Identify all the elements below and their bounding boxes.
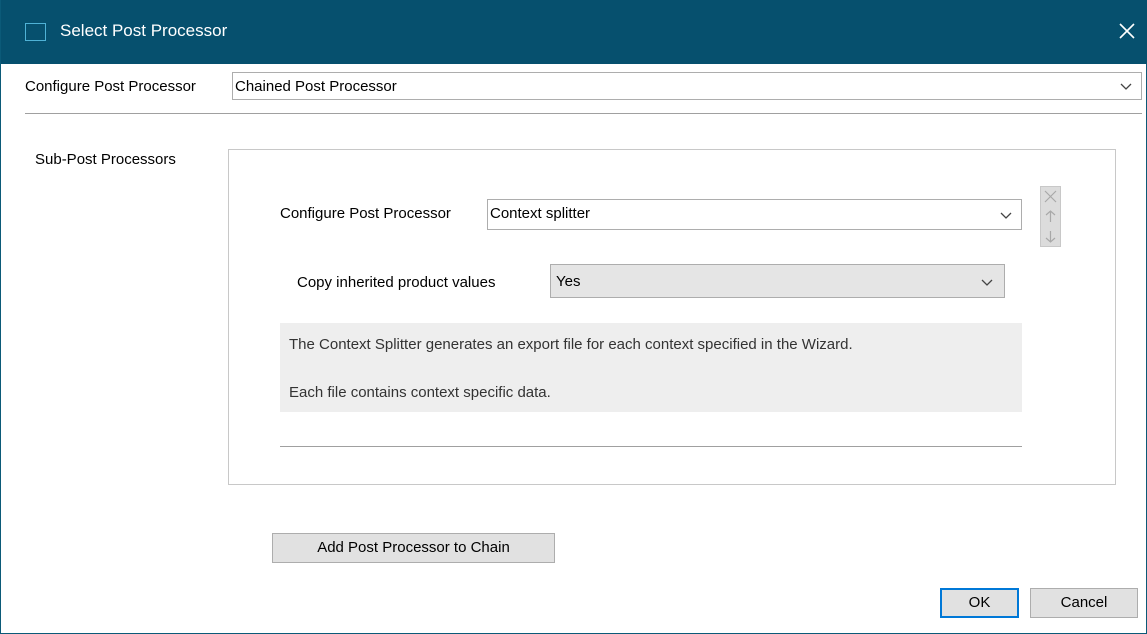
chevron-down-icon (1000, 212, 1012, 219)
dialog-window: Select Post Processor Configure Post Pro… (0, 0, 1147, 634)
copy-inherited-label: Copy inherited product values (297, 274, 496, 291)
description-line-1: The Context Splitter generates an export… (289, 336, 853, 353)
sub-post-processor-select-value: Context splitter (490, 205, 591, 222)
window-icon (25, 23, 46, 41)
arrow-up-icon (1045, 210, 1056, 222)
sub-separator (280, 446, 1022, 447)
title-bar: Select Post Processor (1, 0, 1147, 64)
sub-post-processor-select[interactable]: Context splitter (487, 199, 1022, 230)
chevron-down-icon (1120, 83, 1132, 90)
window-title: Select Post Processor (60, 21, 228, 40)
move-down-button[interactable] (1041, 227, 1060, 246)
configure-post-processor-label: Configure Post Processor (25, 78, 196, 95)
post-processor-select[interactable]: Chained Post Processor (232, 72, 1142, 100)
move-up-button[interactable] (1041, 207, 1060, 226)
separator (25, 113, 1142, 114)
remove-button[interactable] (1041, 187, 1060, 206)
chevron-down-icon (981, 279, 993, 286)
add-post-processor-button[interactable]: Add Post Processor to Chain (272, 533, 555, 563)
close-button[interactable] (1112, 16, 1142, 46)
sub-processor-actions (1040, 186, 1061, 247)
post-processor-select-value: Chained Post Processor (235, 78, 397, 95)
sub-post-processors-label: Sub-Post Processors (35, 151, 176, 168)
description-box: The Context Splitter generates an export… (280, 323, 1022, 412)
copy-inherited-select[interactable]: Yes (550, 264, 1005, 298)
arrow-down-icon (1045, 231, 1056, 243)
cancel-button[interactable]: Cancel (1030, 588, 1138, 618)
ok-button[interactable]: OK (940, 588, 1019, 618)
description-line-2: Each file contains context specific data… (289, 384, 551, 401)
copy-inherited-select-value: Yes (556, 273, 581, 290)
close-icon (1119, 23, 1135, 39)
sub-configure-post-processor-label: Configure Post Processor (280, 205, 451, 222)
x-icon (1044, 190, 1057, 203)
